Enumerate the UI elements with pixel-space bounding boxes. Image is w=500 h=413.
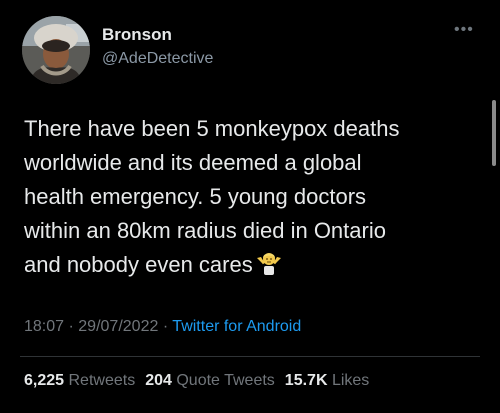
meta-separator: · bbox=[162, 318, 169, 335]
divider bbox=[20, 356, 480, 357]
tweet-text-line: worldwide and its deemed a global bbox=[24, 150, 362, 175]
tweet-detail: Bronson @AdeDetective ••• There have bee… bbox=[0, 0, 500, 413]
tweet-source-link[interactable]: Twitter for Android bbox=[172, 318, 301, 335]
tweet-text-line: health emergency. 5 young doctors bbox=[24, 184, 367, 209]
author-avatar[interactable] bbox=[22, 16, 90, 84]
scrollbar-thumb[interactable] bbox=[492, 100, 496, 166]
likes-count: 15.7K bbox=[284, 372, 328, 389]
quote-tweets-count: 204 bbox=[145, 372, 172, 389]
quote-tweets-label: Quote Tweets bbox=[176, 372, 275, 389]
profile-photo-icon bbox=[22, 16, 90, 84]
likes-label: Likes bbox=[331, 372, 370, 389]
meta-separator: · bbox=[68, 318, 74, 335]
more-options-icon[interactable]: ••• bbox=[454, 22, 474, 38]
quote-tweets-stat[interactable]: 204 Quote Tweets bbox=[145, 372, 275, 390]
tweet-text: There have been 5 monkeypox deaths world… bbox=[24, 112, 484, 285]
tweet-meta: 18:07 · 29/07/2022 · Twitter for Android bbox=[24, 318, 301, 336]
author-handle[interactable]: @AdeDetective bbox=[102, 50, 213, 68]
tweet-text-last-line: and nobody even cares bbox=[24, 248, 484, 285]
tweet-time[interactable]: 18:07 bbox=[24, 318, 64, 335]
tweet-text-line: There have been 5 monkeypox deaths bbox=[24, 116, 400, 141]
tweet-date[interactable]: 29/07/2022 bbox=[78, 318, 158, 335]
retweets-stat[interactable]: 6,225 Retweets bbox=[24, 372, 135, 390]
retweets-label: Retweets bbox=[68, 372, 136, 389]
tweet-text-line: and nobody even cares bbox=[24, 252, 253, 277]
tweet-text-line: within an 80km radius died in Ontario bbox=[24, 218, 386, 243]
retweets-count: 6,225 bbox=[24, 372, 65, 389]
tweet-stats: 6,225 Retweets 204 Quote Tweets 15.7K Like… bbox=[24, 372, 379, 390]
likes-stat[interactable]: 15.7K Likes bbox=[285, 372, 370, 390]
author-display-name[interactable]: Bronson bbox=[102, 25, 172, 45]
shrug-emoji-icon bbox=[256, 249, 282, 285]
